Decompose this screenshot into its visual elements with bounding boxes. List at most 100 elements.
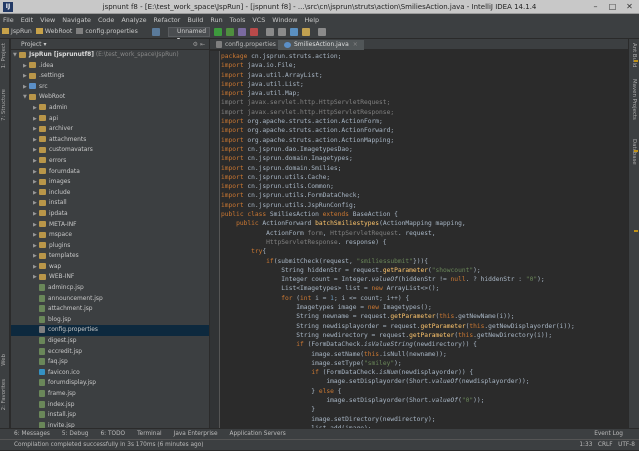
editor-gutter[interactable] <box>210 51 220 428</box>
help-icon[interactable] <box>290 28 298 36</box>
breadcrumb-item[interactable]: WebRoot <box>35 27 72 37</box>
tree-item[interactable]: favicon.ico <box>11 368 209 379</box>
tree-item[interactable]: forumdisplay.jsp <box>11 378 209 389</box>
tree-item[interactable]: ▶ src <box>11 82 209 93</box>
menu-file[interactable]: File <box>3 16 14 24</box>
code-token: java.util.ArrayList; <box>247 71 323 79</box>
folder-icon <box>39 231 46 238</box>
bottom-tool-5[interactable]: Application Servers <box>230 431 286 437</box>
menu-code[interactable]: Code <box>98 16 114 24</box>
tree-item[interactable]: ▶ WEB-INF <box>11 272 209 283</box>
tree-item[interactable]: ▶ templates <box>11 251 209 262</box>
breadcrumb-item[interactable]: JspRun <box>2 27 32 37</box>
menu-refactor[interactable]: Refactor <box>154 16 181 24</box>
close-icon[interactable]: × <box>353 41 358 48</box>
tree-item-label: WebRoot <box>39 94 66 101</box>
web-tool-tab[interactable]: Web <box>1 354 7 366</box>
tree-item[interactable]: install.jsp <box>11 410 209 421</box>
warning-marker[interactable] <box>634 150 638 152</box>
gear-icon[interactable]: ⚙ ⇤ <box>193 39 205 50</box>
tree-item[interactable]: ▶ archiver <box>11 124 209 135</box>
warning-marker[interactable] <box>634 230 638 232</box>
structure-tool-tab[interactable]: 7: Structure <box>1 89 7 121</box>
tree-item[interactable]: ▶ admin <box>11 103 209 114</box>
code-token: this <box>439 313 455 321</box>
folder-icon <box>19 51 26 58</box>
project-tool-tab[interactable]: 1: Project <box>1 43 7 68</box>
code-token: import javax.servlet.http.HttpServletReq… <box>221 99 391 107</box>
tree-item[interactable]: digest.jsp <box>11 336 209 347</box>
tree-item[interactable]: ▶ include <box>11 188 209 199</box>
tree-item[interactable]: eccredit.jsp <box>11 347 209 358</box>
close-icon[interactable]: ✕ <box>624 2 635 11</box>
tree-item[interactable]: frame.jsp <box>11 389 209 400</box>
line-separator[interactable]: CRLF <box>598 442 613 448</box>
menu-build[interactable]: Build <box>187 16 203 24</box>
build-icon[interactable] <box>152 28 160 36</box>
tree-item[interactable]: ▶ .idea <box>11 61 209 72</box>
menu-edit[interactable]: Edit <box>21 16 33 24</box>
menu-help[interactable]: Help <box>304 16 319 24</box>
bottom-tool-2[interactable]: 6: TODO <box>100 431 125 437</box>
tree-item[interactable]: ▶ api <box>11 114 209 125</box>
ant-build-tab[interactable]: Ant Build <box>631 43 637 67</box>
tree-item[interactable]: config.properties <box>11 325 209 337</box>
tree-item[interactable]: ▶ forumdata <box>11 167 209 178</box>
menu-window[interactable]: Window <box>272 16 297 24</box>
run-config-select[interactable]: Unnamed ▾ <box>168 27 210 43</box>
warning-marker[interactable] <box>634 60 638 62</box>
tree-item[interactable]: blog.jsp <box>11 315 209 326</box>
tree-item[interactable]: ▶ install <box>11 198 209 209</box>
bottom-tool-0[interactable]: 6: Messages <box>14 431 50 437</box>
menu-analyze[interactable]: Analyze <box>121 16 146 24</box>
settings-icon[interactable] <box>278 28 286 36</box>
project-panel-header[interactable]: Project ▾ ⚙ ⇤ <box>11 39 209 50</box>
tree-item[interactable]: ▶ mspace <box>11 230 209 241</box>
tree-item[interactable]: ▶ ipdata <box>11 209 209 220</box>
tree-item[interactable]: ▶ wap <box>11 262 209 273</box>
encoding[interactable]: UTF-8 <box>618 442 635 448</box>
tab-smilies-action[interactable]: SmiliesAction.java × <box>278 40 364 50</box>
debug-icon[interactable] <box>226 28 234 36</box>
tree-root[interactable]: ▼ JspRun [jsprunutf8] (E:\test_work_space… <box>11 50 209 61</box>
breadcrumb-item[interactable]: config.properties <box>76 27 138 37</box>
run-icon[interactable] <box>214 28 222 36</box>
coverage-icon[interactable] <box>238 28 246 36</box>
vcs-icon[interactable] <box>318 28 326 36</box>
menu-view[interactable]: View <box>40 16 55 24</box>
code-editor[interactable]: package cn.jsprun.struts.action; import j… <box>221 51 627 428</box>
menu-navigate[interactable]: Navigate <box>62 16 91 24</box>
tree-item[interactable]: attachment.jsp <box>11 304 209 315</box>
code-token: org.apache.struts.action.ActionForward; <box>247 127 395 135</box>
tree-item[interactable]: ▶ images <box>11 177 209 188</box>
favorites-tool-tab[interactable]: 2: Favorites <box>1 379 7 410</box>
tree-item[interactable]: ▶ plugins <box>11 241 209 252</box>
menu-run[interactable]: Run <box>210 16 222 24</box>
menu-tools[interactable]: Tools <box>230 16 246 24</box>
maximize-icon[interactable]: □ <box>607 2 618 11</box>
tree-item[interactable]: faq.jsp <box>11 357 209 368</box>
caret-position[interactable]: 1:33 <box>579 442 592 448</box>
tree-item[interactable]: index.jsp <box>11 400 209 411</box>
project-structure-icon[interactable] <box>266 28 274 36</box>
maven-projects-tab[interactable]: Maven Projects <box>631 79 637 120</box>
sdk-icon[interactable] <box>302 28 310 36</box>
code-token: } <box>221 387 319 395</box>
code-token: java.io.File; <box>247 62 297 70</box>
tree-item[interactable]: ▼ WebRoot <box>11 92 209 103</box>
minimize-icon[interactable]: – <box>590 2 601 11</box>
tree-item[interactable]: invite.jsp <box>11 421 209 428</box>
tree-item[interactable]: ▶ META-INF <box>11 220 209 231</box>
menu-vcs[interactable]: VCS <box>252 16 265 24</box>
bottom-tool-1[interactable]: 5: Debug <box>62 431 89 437</box>
tree-item[interactable]: admincp.jsp <box>11 283 209 294</box>
tree-item[interactable]: announcement.jsp <box>11 294 209 305</box>
tree-item[interactable]: ▶ errors <box>11 156 209 167</box>
tree-item[interactable]: ▶ attachments <box>11 135 209 146</box>
bottom-tool-4[interactable]: Java Enterprise <box>174 431 218 437</box>
tree-item[interactable]: ▶ .settings <box>11 71 209 82</box>
stop-icon[interactable] <box>250 28 258 36</box>
bottom-tool-3[interactable]: Terminal <box>137 431 162 437</box>
code-line: try{ <box>221 247 627 256</box>
tree-item[interactable]: ▶ customavatars <box>11 145 209 156</box>
